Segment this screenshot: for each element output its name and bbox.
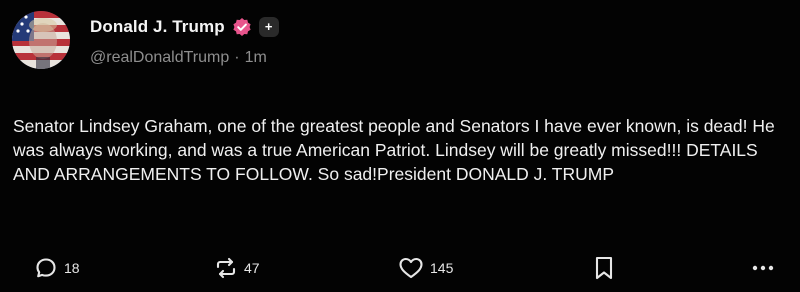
like-count: 145 (430, 260, 454, 276)
reply-button[interactable]: 18 (34, 253, 80, 283)
verified-badge-icon (232, 17, 252, 37)
more-icon (750, 256, 776, 280)
post-timestamp[interactable]: 1m (245, 49, 267, 66)
like-button[interactable]: 145 (398, 253, 453, 283)
bookmark-icon (594, 255, 614, 281)
more-button[interactable] (750, 253, 776, 283)
author-display-name[interactable]: Donald J. Trump (90, 17, 225, 37)
reply-icon (34, 256, 58, 280)
avatar[interactable] (12, 11, 70, 69)
reply-count: 18 (64, 260, 80, 276)
post-text: Senator Lindsey Graham, one of the great… (13, 116, 775, 184)
meta-separator: · (234, 49, 240, 66)
action-bar: 18 47 145 (0, 253, 800, 283)
repost-button[interactable]: 47 (214, 253, 260, 283)
bookmark-button[interactable] (594, 253, 614, 283)
repost-icon (214, 256, 238, 280)
author-handle[interactable]: @realDonaldTrump (90, 49, 229, 66)
author-row: Donald J. Trump + (90, 14, 279, 40)
post-card: Donald J. Trump + @realDonaldTrump · 1m Se… (0, 0, 800, 292)
heart-icon (398, 256, 424, 280)
repost-count: 47 (244, 260, 260, 276)
author-meta: @realDonaldTrump · 1m (90, 49, 267, 67)
plus-icon[interactable]: + (258, 17, 279, 37)
